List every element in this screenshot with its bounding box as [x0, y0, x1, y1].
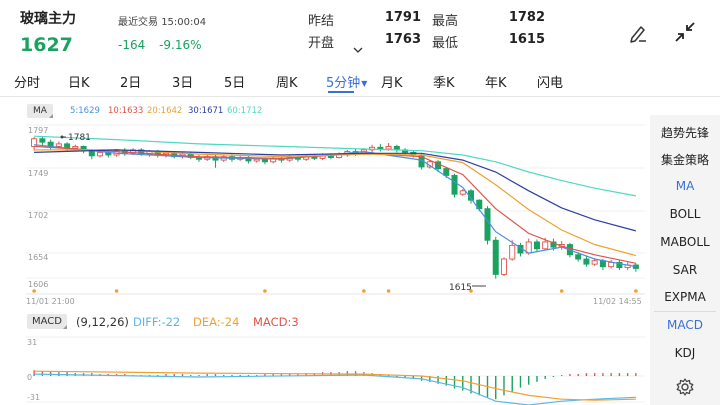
panel-divider	[654, 311, 716, 312]
indicator-sar[interactable]: SAR	[650, 263, 720, 277]
event-dot	[362, 289, 366, 293]
candle-down	[484, 208, 491, 241]
candle-down	[377, 146, 384, 150]
price-label-1654: 1654	[28, 253, 48, 262]
candle-down	[575, 254, 582, 260]
candle-up	[500, 258, 507, 275]
candle-down	[39, 138, 46, 143]
macd-label-mid: 0	[27, 373, 32, 382]
candle-up	[608, 261, 615, 268]
macd-params: (9,12,26)	[76, 315, 129, 329]
macd-label-bottom: -31	[27, 393, 40, 402]
time-label-start: 11/01 21:00	[26, 297, 75, 306]
candles	[31, 136, 639, 279]
indicator-macd[interactable]: MACD	[650, 318, 720, 332]
event-dot	[634, 289, 638, 293]
indicator-expma[interactable]: EXPMA	[650, 290, 720, 304]
candle-up	[542, 241, 549, 250]
macd-dea: DEA:-24	[193, 315, 240, 329]
collapse-arrows-icon[interactable]	[673, 20, 695, 42]
macd-value: MACD:3	[253, 315, 299, 329]
candle-up	[55, 143, 62, 147]
macd-histogram	[33, 370, 637, 400]
macd-diff: DIFF:-22	[133, 315, 181, 329]
candle-up	[97, 151, 104, 157]
indicator-maboll[interactable]: MABOLL	[650, 235, 720, 249]
event-dot	[559, 289, 564, 293]
candle-up	[509, 244, 516, 260]
candle-down	[451, 174, 458, 195]
candle-down	[327, 155, 334, 158]
candle-down	[533, 241, 540, 250]
indicator-panel: 趋势先锋 集金策略 MA BOLL MABOLL SAR EXPMA MACD …	[650, 115, 720, 405]
event-dot	[32, 289, 36, 293]
candle-down	[599, 260, 606, 268]
candle-down	[261, 158, 268, 163]
event-dot	[114, 289, 119, 293]
event-dot	[386, 289, 391, 293]
macd-label-top: 31	[27, 338, 37, 347]
candle-up	[72, 145, 79, 149]
event-dots	[32, 289, 638, 293]
low-marker-label: 1615	[449, 283, 472, 293]
indicator-kdj[interactable]: KDJ	[650, 346, 720, 360]
high-marker-dot	[60, 135, 64, 139]
candle-up	[385, 145, 392, 150]
price-label-1749: 1749	[28, 169, 48, 178]
indicator-trend-pioneer[interactable]: 趋势先锋	[650, 124, 720, 141]
macd-grid	[26, 336, 645, 403]
price-label-1606: 1606	[28, 280, 48, 289]
indicator-gold-strategy[interactable]: 集金策略	[650, 151, 720, 168]
kline-chart[interactable]: 1797 1749 1702 1654 1606 1781 1615 11/01…	[0, 0, 650, 405]
indicator-ma[interactable]: MA	[650, 179, 720, 193]
gear-icon[interactable]	[650, 377, 720, 400]
event-dot	[263, 289, 267, 293]
high-marker-label: 1781	[68, 133, 91, 143]
ma60-line	[34, 135, 637, 197]
candle-down	[583, 258, 590, 265]
time-label-end: 11/02 14:55	[593, 297, 642, 306]
candle-down	[443, 168, 450, 176]
price-label-1797: 1797	[28, 126, 48, 135]
macd-selector[interactable]: MACD	[27, 314, 67, 329]
candle-up	[459, 190, 466, 195]
candle-up	[591, 260, 598, 265]
ma30-line	[34, 149, 637, 232]
candle-down	[492, 239, 499, 275]
indicator-boll[interactable]: BOLL	[650, 207, 720, 221]
candle-up	[253, 158, 260, 162]
price-label-1702: 1702	[28, 211, 48, 220]
